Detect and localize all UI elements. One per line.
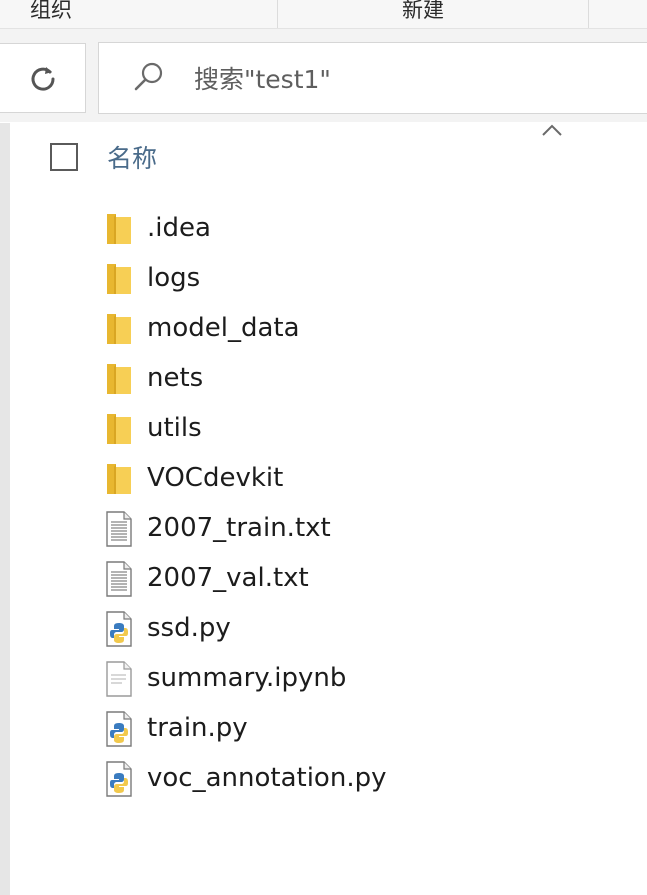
- select-all-checkbox[interactable]: [50, 143, 78, 171]
- list-item[interactable]: VOCdevkit: [98, 457, 638, 501]
- file-list: 名称 .idea logs model_data nets utils VOCd…: [10, 123, 647, 895]
- python-file-icon: [104, 761, 134, 797]
- ribbon-divider: [277, 0, 278, 28]
- list-item[interactable]: 2007_val.txt: [98, 557, 638, 601]
- file-name: 2007_train.txt: [147, 513, 331, 543]
- ribbon-divider: [588, 0, 589, 28]
- ribbon-group-bar: 组织 新建: [0, 0, 647, 29]
- file-name: model_data: [147, 313, 300, 343]
- file-name: .idea: [147, 213, 211, 243]
- folder-icon: [104, 311, 134, 347]
- column-header-name[interactable]: 名称: [107, 139, 157, 175]
- address-bar-row: 搜索"test1": [0, 29, 647, 122]
- list-item[interactable]: logs: [98, 257, 638, 301]
- python-file-icon: [104, 611, 134, 647]
- refresh-icon: [31, 67, 55, 91]
- refresh-button[interactable]: [0, 43, 86, 113]
- file-name: nets: [147, 363, 204, 393]
- list-item[interactable]: train.py: [98, 707, 638, 751]
- list-item[interactable]: nets: [98, 357, 638, 401]
- text-file-icon: [104, 511, 134, 547]
- file-name: logs: [147, 263, 201, 293]
- list-item[interactable]: ssd.py: [98, 607, 638, 651]
- file-name: train.py: [147, 713, 248, 743]
- ribbon-group-new[interactable]: 新建: [402, 0, 444, 24]
- folder-icon: [104, 211, 134, 247]
- generic-file-icon: [104, 661, 134, 697]
- search-box[interactable]: 搜索"test1": [98, 42, 647, 114]
- folder-icon: [104, 261, 134, 297]
- list-item[interactable]: .idea: [98, 207, 638, 251]
- file-name: 2007_val.txt: [147, 563, 309, 593]
- list-item[interactable]: summary.ipynb: [98, 657, 638, 701]
- file-name: VOCdevkit: [147, 463, 284, 493]
- file-name: utils: [147, 413, 202, 443]
- folder-icon: [104, 411, 134, 447]
- search-input[interactable]: 搜索"test1": [194, 60, 331, 96]
- file-name: summary.ipynb: [147, 663, 347, 693]
- python-file-icon: [104, 711, 134, 747]
- folder-icon: [104, 361, 134, 397]
- list-item[interactable]: 2007_train.txt: [98, 507, 638, 551]
- text-file-icon: [104, 561, 134, 597]
- ribbon-group-organize[interactable]: 组织: [30, 0, 72, 24]
- search-icon: [134, 62, 163, 91]
- file-name: voc_annotation.py: [147, 763, 387, 793]
- folder-icon: [104, 461, 134, 497]
- list-item[interactable]: voc_annotation.py: [98, 757, 638, 801]
- chevron-up-icon[interactable]: [540, 121, 564, 139]
- file-name: ssd.py: [147, 613, 231, 643]
- list-item[interactable]: model_data: [98, 307, 638, 351]
- list-item[interactable]: utils: [98, 407, 638, 451]
